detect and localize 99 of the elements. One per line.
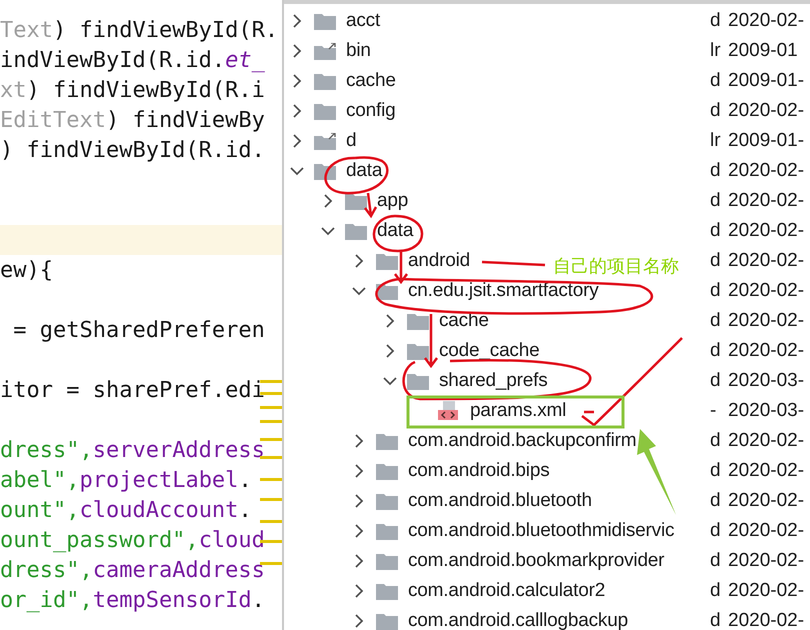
date: 2009-01-: [728, 70, 806, 92]
file-name[interactable]: bin: [346, 40, 371, 62]
code-line: Text) findViewById(R.: [0, 18, 278, 42]
date: 2020-02-: [728, 580, 806, 602]
folder-link-icon: [314, 42, 336, 60]
folder-link-icon: [314, 132, 336, 150]
date: 2020-02-: [728, 220, 806, 242]
code-line: dress",serverAddress: [0, 438, 265, 462]
code-line: ount",cloudAccount.: [0, 498, 252, 522]
permissions: d: [710, 190, 722, 212]
file-name[interactable]: com.android.calllogbackup: [408, 610, 628, 630]
permissions: d: [710, 550, 722, 572]
permissions: d: [710, 460, 722, 482]
date: 2020-03-: [728, 400, 806, 422]
date: 2020-02-: [728, 250, 806, 272]
permissions: d: [710, 160, 722, 182]
date: 2020-02-: [728, 460, 806, 482]
permissions: d: [710, 70, 722, 92]
folder-icon: [376, 252, 398, 270]
file-name[interactable]: params.xml: [470, 400, 566, 422]
date: 2020-02-: [728, 340, 806, 362]
file-name[interactable]: shared_prefs: [439, 370, 548, 392]
folder-icon: [407, 372, 429, 390]
file-name[interactable]: com.android.bluetooth: [408, 490, 592, 512]
file-name[interactable]: acct: [346, 10, 380, 32]
folder-icon: [376, 582, 398, 600]
file-name[interactable]: code_cache: [439, 340, 540, 362]
file-name[interactable]: com.android.backupconfirm: [408, 430, 636, 452]
permissions: lr: [710, 40, 722, 62]
hand-drawn-arrow: [424, 312, 438, 368]
file-name[interactable]: cn.edu.jsit.smartfactory: [408, 280, 599, 302]
folder-icon: [376, 462, 398, 480]
permissions: d: [710, 430, 722, 452]
file-name[interactable]: com.android.calculator2: [408, 580, 606, 602]
date: 2020-02-: [728, 490, 806, 512]
file-name[interactable]: com.android.bluetoothmidiservic: [408, 520, 674, 542]
permissions: d: [710, 280, 722, 302]
xml-file-icon: [438, 401, 460, 421]
code-line: or_id",tempSensorId.: [0, 588, 265, 612]
folder-icon: [376, 612, 398, 630]
code-line: indViewById(R.id.et_: [0, 48, 265, 72]
code-line: itor = sharePref.edi: [0, 378, 265, 402]
permissions: d: [710, 520, 722, 542]
date: 2020-03-: [728, 370, 806, 392]
code-line: EditText) findViewBy: [0, 108, 265, 132]
permissions: d: [710, 580, 722, 602]
date: 2009-01-: [728, 130, 806, 152]
permissions: d: [710, 250, 722, 272]
hand-drawn-arrow: [364, 192, 378, 218]
date: 2020-02-: [728, 520, 806, 542]
permissions: d: [710, 310, 722, 332]
date: 2020-02-: [728, 100, 806, 122]
date: 2020-02-: [728, 550, 806, 572]
folder-icon: [376, 492, 398, 510]
date: 2020-02-: [728, 10, 806, 32]
date: 2020-02-: [728, 190, 806, 212]
file-name[interactable]: com.android.bookmarkprovider: [408, 550, 664, 572]
permissions: lr: [710, 130, 722, 152]
date: 2020-02-: [728, 160, 806, 182]
folder-icon: [314, 12, 336, 30]
code-line: xt) findViewById(R.i: [0, 78, 265, 102]
permissions: d: [710, 10, 722, 32]
permissions: -: [710, 400, 718, 422]
file-name[interactable]: cache: [439, 310, 489, 332]
code-line: dress",cameraAddress: [0, 558, 265, 582]
date: 2020-02-: [728, 430, 806, 452]
file-name[interactable]: android: [408, 250, 470, 272]
file-name[interactable]: app: [377, 190, 408, 212]
file-name[interactable]: config: [346, 100, 396, 122]
permissions: d: [710, 610, 722, 630]
folder-icon: [407, 312, 429, 330]
code-line: ) findViewById(R.id.: [0, 138, 265, 162]
permissions: d: [710, 490, 722, 512]
permissions: d: [710, 100, 722, 122]
date: 2020-02-: [728, 610, 806, 630]
folder-icon: [376, 552, 398, 570]
date: 2020-02-: [728, 280, 806, 302]
file-name[interactable]: data: [377, 220, 414, 242]
file-name[interactable]: d: [346, 130, 356, 152]
code-line: ount_password",cloud: [0, 528, 265, 552]
folder-icon: [376, 432, 398, 450]
permissions: d: [710, 370, 722, 392]
folder-icon: [314, 102, 336, 120]
code-line: = getSharedPreferen: [12, 318, 265, 342]
folder-icon: [376, 522, 398, 540]
hand-drawn-arrow: [394, 250, 408, 284]
permissions: d: [710, 220, 722, 242]
code-line: ew){: [0, 258, 53, 282]
file-name[interactable]: cache: [346, 70, 396, 92]
file-name[interactable]: com.android.bips: [408, 460, 550, 482]
permissions: d: [710, 340, 722, 362]
folder-icon: [407, 342, 429, 360]
folder-icon: [314, 72, 336, 90]
date: 2009-01: [728, 40, 799, 62]
folder-icon: [345, 222, 367, 240]
folder-icon: [345, 192, 367, 210]
code-line: abel",projectLabel.: [0, 468, 252, 492]
annotation-label: 自己的项目名称: [553, 256, 679, 278]
date: 2020-02-: [728, 310, 806, 332]
